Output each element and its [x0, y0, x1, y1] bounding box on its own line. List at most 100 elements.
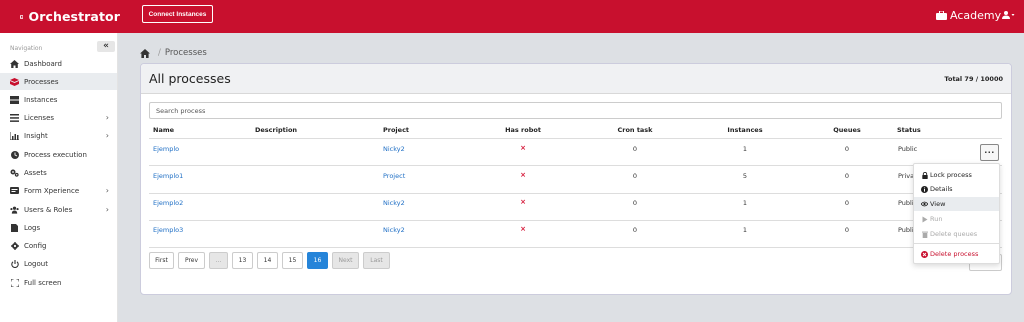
brand[interactable]: Orchestrator: [0, 7, 120, 27]
processes-card: All processes Total 79 / 10000 Name Desc…: [140, 63, 1012, 295]
column-header-status[interactable]: Status: [897, 126, 921, 134]
briefcase-icon: [936, 11, 947, 20]
sidebar-item-process-execution[interactable]: Process execution: [0, 146, 117, 163]
cubes-icon: [10, 77, 19, 86]
sidebar-item-assets[interactable]: Assets: [0, 164, 117, 181]
file-icon: [10, 223, 19, 232]
instances-value: 1: [742, 226, 748, 234]
sidebar-item-label: Form Xperience: [24, 186, 80, 195]
sidebar-item-full-screen[interactable]: Full screen: [0, 274, 117, 291]
page-button-15[interactable]: 15: [282, 252, 303, 269]
eye-icon: [921, 201, 928, 208]
column-header-queues[interactable]: Queues: [833, 126, 860, 134]
column-header-description[interactable]: Description: [255, 126, 297, 134]
row-divider: [149, 193, 1002, 194]
view-menu-item[interactable]: View: [914, 197, 999, 211]
sidebar-item-label: Instances: [24, 95, 58, 104]
cron-task-value: 0: [632, 145, 638, 153]
sidebar-item-label: Config: [24, 241, 47, 250]
menu-divider: [914, 243, 999, 244]
column-header-has-robot[interactable]: Has robot: [505, 126, 541, 134]
tenant-name: Academy: [950, 9, 1002, 22]
top-bar: Orchestrator Connect Instances Academy: [0, 0, 1024, 33]
sidebar-item-label: Full screen: [24, 278, 62, 287]
server-icon: [10, 95, 19, 104]
queues-value: 0: [844, 172, 850, 180]
delete-process-menu-item[interactable]: Delete process: [914, 247, 999, 261]
sidebar-item-form-xperience[interactable]: Form Xperience ›: [0, 182, 117, 199]
sidebar-item-processes[interactable]: Processes: [0, 73, 117, 90]
column-header-cron-task[interactable]: Cron task: [617, 126, 652, 134]
status-value: Public: [898, 145, 918, 153]
first-page-button[interactable]: First: [149, 252, 174, 269]
sidebar-item-config[interactable]: Config: [0, 237, 117, 254]
sidebar-item-licenses[interactable]: Licenses ›: [0, 109, 117, 126]
cron-task-value: 0: [632, 199, 638, 207]
sidebar-item-logout[interactable]: Logout: [0, 255, 117, 272]
connect-instances-button[interactable]: Connect Instances: [142, 5, 213, 23]
process-name-link[interactable]: Ejemplo3: [153, 226, 183, 234]
delete-queues-label: Delete queues: [930, 230, 978, 238]
page-button-16[interactable]: 16: [307, 252, 328, 269]
sidebar-item-users-roles[interactable]: Users & Roles ›: [0, 201, 117, 218]
column-header-name[interactable]: Name: [153, 126, 174, 134]
table-divider: [149, 138, 1002, 139]
view-label: View: [930, 200, 946, 208]
orchestrator-logo-icon: [20, 14, 24, 19]
clock-icon: [10, 150, 19, 159]
run-label: Run: [930, 215, 943, 223]
prev-page-button[interactable]: Prev: [178, 252, 205, 269]
total-count: Total 79 / 10000: [944, 74, 1003, 83]
project-link[interactable]: Nicky2: [383, 199, 405, 207]
no-robot-icon: ×: [520, 198, 526, 206]
project-link[interactable]: Nicky2: [383, 145, 405, 153]
project-link[interactable]: Nicky2: [383, 226, 405, 234]
sidebar-item-insight[interactable]: Insight ›: [0, 127, 117, 144]
user-menu[interactable]: [1002, 11, 1015, 19]
user-icon: [1002, 11, 1015, 19]
page-button-14[interactable]: 14: [257, 252, 278, 269]
tenant-selector[interactable]: Academy: [936, 9, 1001, 22]
instances-value: 1: [742, 145, 748, 153]
sidebar-item-label: Process execution: [24, 150, 87, 159]
delete-process-label: Delete process: [930, 250, 979, 258]
sidebar-item-label: Dashboard: [24, 59, 62, 68]
queues-value: 0: [844, 145, 850, 153]
row-actions-button[interactable]: ···: [980, 144, 999, 161]
row-actions-menu: Lock process Details View Run Delete que…: [913, 163, 1000, 264]
lock-process-menu-item[interactable]: Lock process: [914, 168, 999, 182]
pagination: First Prev ... 13 14 15 16 Next Last: [149, 252, 390, 269]
cron-task-value: 0: [632, 172, 638, 180]
column-header-instances[interactable]: Instances: [727, 126, 762, 134]
breadcrumb-separator: /: [158, 48, 161, 58]
search-input[interactable]: [149, 102, 1002, 119]
process-name-link[interactable]: Ejemplo1: [153, 172, 183, 180]
sidebar-item-label: Logs: [24, 223, 41, 232]
no-robot-icon: ×: [520, 171, 526, 179]
play-icon: [921, 216, 928, 223]
home-icon: [10, 59, 19, 68]
details-menu-item[interactable]: Details: [914, 182, 999, 196]
project-link[interactable]: Project: [383, 172, 405, 180]
sidebar-heading: Navigation: [10, 45, 43, 52]
info-icon: [921, 185, 928, 193]
page-button-13[interactable]: 13: [232, 252, 253, 269]
home-icon[interactable]: [140, 48, 150, 58]
process-name-link[interactable]: Ejemplo2: [153, 199, 183, 207]
trash-icon: [921, 231, 928, 238]
column-header-project[interactable]: Project: [383, 126, 409, 134]
row-divider: [149, 220, 1002, 221]
sidebar-item-instances[interactable]: Instances: [0, 91, 117, 108]
collapse-sidebar-button[interactable]: «: [97, 41, 115, 52]
sidebar: Navigation « Dashboard Processes Instanc…: [0, 33, 118, 322]
delete-queues-menu-item: Delete queues: [914, 227, 999, 241]
sidebar-item-label: Licenses: [24, 113, 55, 122]
queues-value: 0: [844, 226, 850, 234]
process-name-link[interactable]: Ejemplo: [153, 145, 179, 153]
sidebar-item-logs[interactable]: Logs: [0, 219, 117, 236]
card-header: All processes Total 79 / 10000: [141, 64, 1011, 94]
details-label: Details: [930, 185, 953, 193]
list-icon: [10, 113, 19, 122]
sidebar-item-dashboard[interactable]: Dashboard: [0, 55, 117, 72]
lock-process-label: Lock process: [930, 171, 972, 179]
